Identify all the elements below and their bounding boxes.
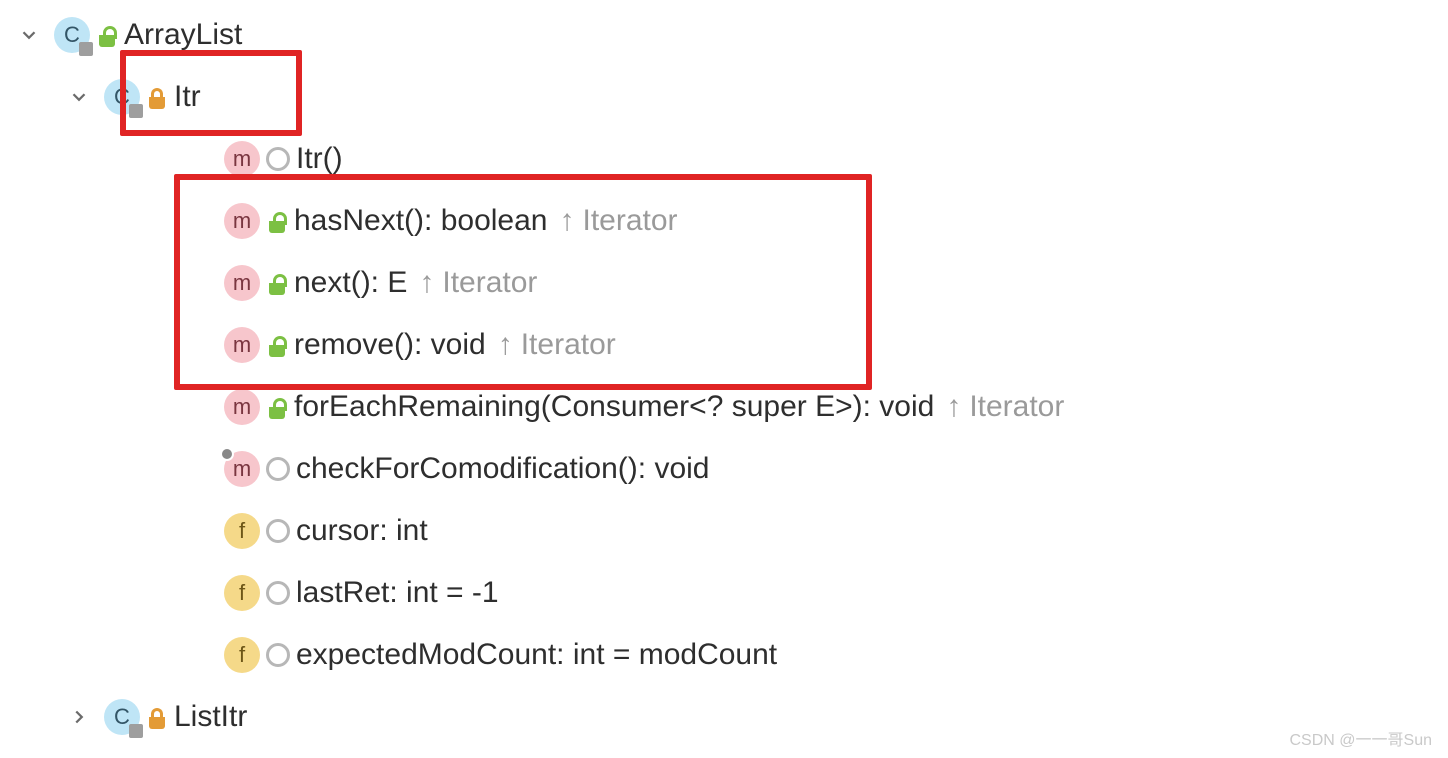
- inherit-label: Iterator: [969, 390, 1064, 424]
- tree-member[interactable]: f cursor: int: [10, 500, 1438, 562]
- member-label: cursor: int: [296, 514, 428, 548]
- field-icon: f: [224, 575, 260, 611]
- tree-member[interactable]: m next(): E ↑Iterator: [10, 252, 1438, 314]
- unlock-icon: [266, 333, 288, 357]
- override-up-icon: ↑: [946, 390, 961, 424]
- inherit-label: Iterator: [442, 266, 537, 300]
- inherit-label: Iterator: [521, 328, 616, 362]
- package-visibility-icon: [266, 457, 290, 481]
- tree-member[interactable]: m hasNext(): boolean ↑Iterator: [10, 190, 1438, 252]
- class-icon: C: [104, 79, 140, 115]
- member-label: Itr(): [296, 142, 343, 176]
- node-label: Itr: [174, 80, 201, 114]
- members-list: mItr()mhasNext(): boolean↑Iteratormnext(…: [10, 128, 1438, 686]
- field-icon: f: [224, 513, 260, 549]
- watermark: CSDN @一一哥Sun: [1290, 726, 1433, 750]
- class-icon: C: [104, 699, 140, 735]
- package-visibility-icon: [266, 519, 290, 543]
- override-up-icon: ↑: [559, 204, 574, 238]
- tree-member[interactable]: f lastRet: int = -1: [10, 562, 1438, 624]
- unlock-icon: [266, 271, 288, 295]
- unlock-icon: [266, 395, 288, 419]
- chevron-down-icon[interactable]: [60, 86, 98, 108]
- tree-member[interactable]: m checkForComodification(): void: [10, 438, 1438, 500]
- unlock-icon: [96, 23, 118, 47]
- node-label: ArrayList: [124, 18, 242, 52]
- method-icon: m: [224, 451, 260, 487]
- method-icon: m: [224, 265, 260, 301]
- method-icon: m: [224, 327, 260, 363]
- tree-member[interactable]: f expectedModCount: int = modCount: [10, 624, 1438, 686]
- member-label: remove(): void: [294, 328, 486, 362]
- member-label: next(): E: [294, 266, 407, 300]
- structure-tree: C ArrayList C Itr m Itr() m hasNext(): bool…: [0, 0, 1448, 752]
- member-label: lastRet: int = -1: [296, 576, 499, 610]
- method-icon: m: [224, 203, 260, 239]
- tree-member[interactable]: m forEachRemaining(Consumer<? super E>): …: [10, 376, 1438, 438]
- class-icon: C: [54, 17, 90, 53]
- unlock-icon: [266, 209, 288, 233]
- tree-node-listitr[interactable]: C ListItr: [10, 686, 1438, 748]
- inherit-label: Iterator: [582, 204, 677, 238]
- tree-member[interactable]: m Itr(): [10, 128, 1438, 190]
- override-up-icon: ↑: [419, 266, 434, 300]
- member-label: expectedModCount: int = modCount: [296, 638, 777, 672]
- chevron-right-icon[interactable]: [60, 706, 98, 728]
- field-icon: f: [224, 637, 260, 673]
- tree-node-arraylist[interactable]: C ArrayList: [10, 4, 1438, 66]
- override-up-icon: ↑: [498, 328, 513, 362]
- method-icon: m: [224, 389, 260, 425]
- member-label: hasNext(): boolean: [294, 204, 547, 238]
- package-visibility-icon: [266, 147, 290, 171]
- tree-node-itr[interactable]: C Itr: [10, 66, 1438, 128]
- member-label: forEachRemaining(Consumer<? super E>): v…: [294, 390, 934, 424]
- method-icon: m: [224, 141, 260, 177]
- chevron-down-icon[interactable]: [10, 24, 48, 46]
- lock-icon: [146, 705, 168, 729]
- node-label: ListItr: [174, 700, 247, 734]
- lock-icon: [146, 85, 168, 109]
- package-visibility-icon: [266, 643, 290, 667]
- member-label: checkForComodification(): void: [296, 452, 709, 486]
- package-visibility-icon: [266, 581, 290, 605]
- tree-member[interactable]: m remove(): void ↑Iterator: [10, 314, 1438, 376]
